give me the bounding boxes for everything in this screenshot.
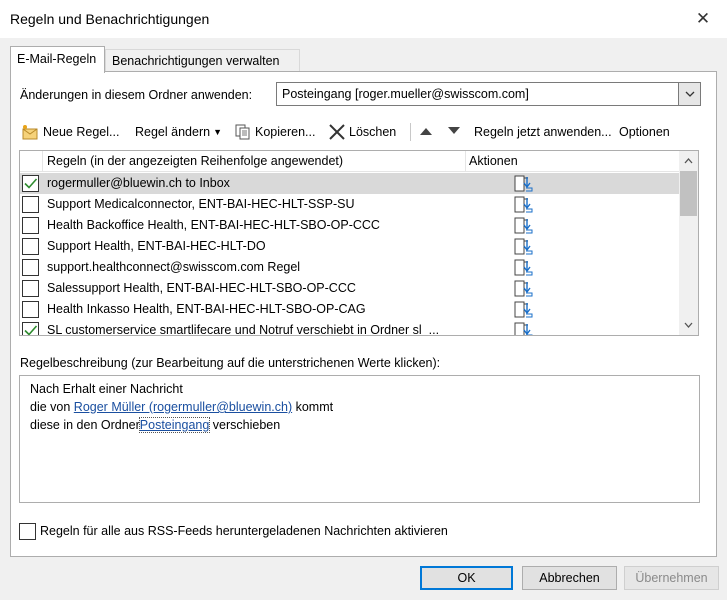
chevron-down-icon[interactable]: [678, 83, 700, 105]
rules-rows: rogermuller@bluewin.ch to Inbox Support M…: [20, 173, 679, 336]
tab-email-rules[interactable]: E-Mail-Regeln: [10, 46, 105, 73]
rule-row[interactable]: Salessupport Health, ENT-BAI-HEC-HLT-SBO…: [20, 278, 679, 299]
rule-name: Salessupport Health, ENT-BAI-HEC-HLT-SBO…: [47, 281, 356, 295]
move-to-folder-icon: [512, 321, 534, 335]
column-header-actions[interactable]: Aktionen: [469, 154, 518, 168]
description-text: kommt: [295, 400, 334, 414]
description-text: verschieben: [212, 418, 281, 432]
rules-panel: Änderungen in diesem Ordner anwenden: Po…: [10, 71, 717, 557]
rule-row[interactable]: Support Medicalconnector, ENT-BAI-HEC-HL…: [20, 194, 679, 215]
new-rule-button[interactable]: Neue Regel...: [21, 122, 119, 142]
arrow-down-icon: [447, 122, 461, 142]
rule-name: Health Backoffice Health, ENT-BAI-HEC-HL…: [47, 218, 380, 232]
rule-row[interactable]: Health Inkasso Health, ENT-BAI-HEC-HLT-S…: [20, 299, 679, 320]
description-text: diese in den Ordner: [30, 418, 140, 432]
title-bar: Regeln und Benachrichtigungen ✕: [0, 0, 727, 38]
column-header-rules[interactable]: Regeln (in der angezeigten Reihenfolge a…: [47, 154, 343, 168]
folder-dropdown[interactable]: Posteingang [roger.mueller@swisscom.com]: [276, 82, 701, 106]
copy-label: Kopieren...: [255, 125, 316, 139]
rules-list: Regeln (in der angezeigten Reihenfolge a…: [19, 150, 699, 336]
toolbar-divider: [410, 123, 411, 141]
options-button[interactable]: Optionen: [619, 122, 670, 142]
close-icon[interactable]: ✕: [693, 9, 713, 29]
rule-row[interactable]: rogermuller@bluewin.ch to Inbox: [20, 173, 679, 194]
run-rules-now-button[interactable]: Regeln jetzt anwenden...: [474, 122, 612, 142]
rule-row[interactable]: Health Backoffice Health, ENT-BAI-HEC-HL…: [20, 215, 679, 236]
description-label: Regelbeschreibung (zur Bearbeitung auf d…: [20, 356, 441, 370]
rule-name: rogermuller@bluewin.ch to Inbox: [47, 176, 230, 190]
arrow-up-icon: [419, 122, 433, 142]
rule-enabled-checkbox[interactable]: [22, 217, 39, 234]
run-rules-now-label: Regeln jetzt anwenden...: [474, 125, 612, 139]
rule-row[interactable]: Support Health, ENT-BAI-HEC-HLT-DO: [20, 236, 679, 257]
move-to-folder-icon: [512, 195, 534, 214]
rule-name: support.healthconnect@swisscom.com Regel: [47, 260, 301, 274]
rules-list-scrollbar[interactable]: [679, 151, 698, 335]
ok-button[interactable]: OK: [420, 566, 513, 590]
scroll-up-icon[interactable]: [679, 152, 698, 170]
rule-row[interactable]: SL customerservice smartlifecare und Not…: [20, 320, 679, 336]
rules-toolbar: Neue Regel... Regel ändern ▼ Kopieren...…: [19, 120, 709, 144]
scroll-thumb[interactable]: [680, 171, 697, 216]
copy-icon: [233, 123, 253, 141]
delete-label: Löschen: [349, 125, 397, 139]
rule-enabled-checkbox[interactable]: [22, 322, 39, 335]
sender-link[interactable]: Roger Müller (rogermuller@bluewin.ch): [74, 400, 292, 414]
rule-row[interactable]: support.healthconnect@swisscom.com Regel: [20, 257, 679, 278]
folder-label: Änderungen in diesem Ordner anwenden:: [20, 88, 253, 102]
rules-list-header: Regeln (in der angezeigten Reihenfolge a…: [20, 151, 679, 172]
rule-enabled-checkbox[interactable]: [22, 238, 39, 255]
delete-x-icon: [327, 123, 347, 141]
rule-enabled-checkbox[interactable]: [22, 301, 39, 318]
copy-rule-button[interactable]: Kopieren...: [233, 122, 315, 142]
move-to-folder-icon: [512, 237, 534, 256]
folder-link[interactable]: Posteingang: [138, 417, 211, 433]
rss-label: Regeln für alle aus RSS-Feeds herunterge…: [40, 524, 448, 538]
change-rule-button[interactable]: Regel ändern ▼: [135, 122, 222, 142]
folder-dropdown-value: Posteingang [roger.mueller@swisscom.com]: [282, 87, 529, 101]
column-divider: [42, 151, 43, 172]
delete-rule-button[interactable]: Löschen: [327, 122, 396, 142]
rule-enabled-checkbox[interactable]: [22, 280, 39, 297]
description-text: die von: [30, 400, 71, 414]
description-line-2: die von Roger Müller (rogermuller@bluewi…: [30, 398, 689, 416]
rule-name: Health Inkasso Health, ENT-BAI-HEC-HLT-S…: [47, 302, 366, 316]
tab-manage-alerts[interactable]: Benachrichtigungen verwalten: [105, 49, 300, 72]
window-title: Regeln und Benachrichtigungen: [10, 11, 210, 27]
rss-rules-option[interactable]: Regeln für alle aus RSS-Feeds herunterge…: [19, 522, 448, 540]
rule-name: SL customerservice smartlifecare und Not…: [47, 323, 440, 336]
move-up-button[interactable]: [419, 122, 433, 142]
new-rule-icon: [21, 123, 41, 141]
rule-enabled-checkbox[interactable]: [22, 175, 39, 192]
move-to-folder-icon: [512, 174, 534, 193]
new-rule-label: Neue Regel...: [43, 125, 120, 139]
cancel-button[interactable]: Abbrechen: [522, 566, 617, 590]
column-divider: [465, 151, 466, 172]
apply-button[interactable]: Übernehmen: [624, 566, 719, 590]
description-line-1: Nach Erhalt einer Nachricht: [30, 382, 183, 396]
rule-enabled-checkbox[interactable]: [22, 259, 39, 276]
caret-down-icon: ▼: [213, 127, 222, 137]
description-line-3: diese in den OrdnerPosteingang verschieb…: [30, 416, 689, 434]
scroll-down-icon[interactable]: [679, 316, 698, 334]
rule-name: Support Health, ENT-BAI-HEC-HLT-DO: [47, 239, 266, 253]
move-to-folder-icon: [512, 300, 534, 319]
rss-checkbox[interactable]: [19, 522, 36, 540]
move-to-folder-icon: [512, 258, 534, 277]
move-to-folder-icon: [512, 216, 534, 235]
rule-description-box: Nach Erhalt einer Nachricht die von Roge…: [19, 375, 700, 503]
change-rule-label: Regel ändern: [135, 125, 211, 139]
rule-enabled-checkbox[interactable]: [22, 196, 39, 213]
move-down-button[interactable]: [447, 122, 461, 142]
rule-name: Support Medicalconnector, ENT-BAI-HEC-HL…: [47, 197, 355, 211]
move-to-folder-icon: [512, 279, 534, 298]
options-label: Optionen: [619, 125, 670, 139]
